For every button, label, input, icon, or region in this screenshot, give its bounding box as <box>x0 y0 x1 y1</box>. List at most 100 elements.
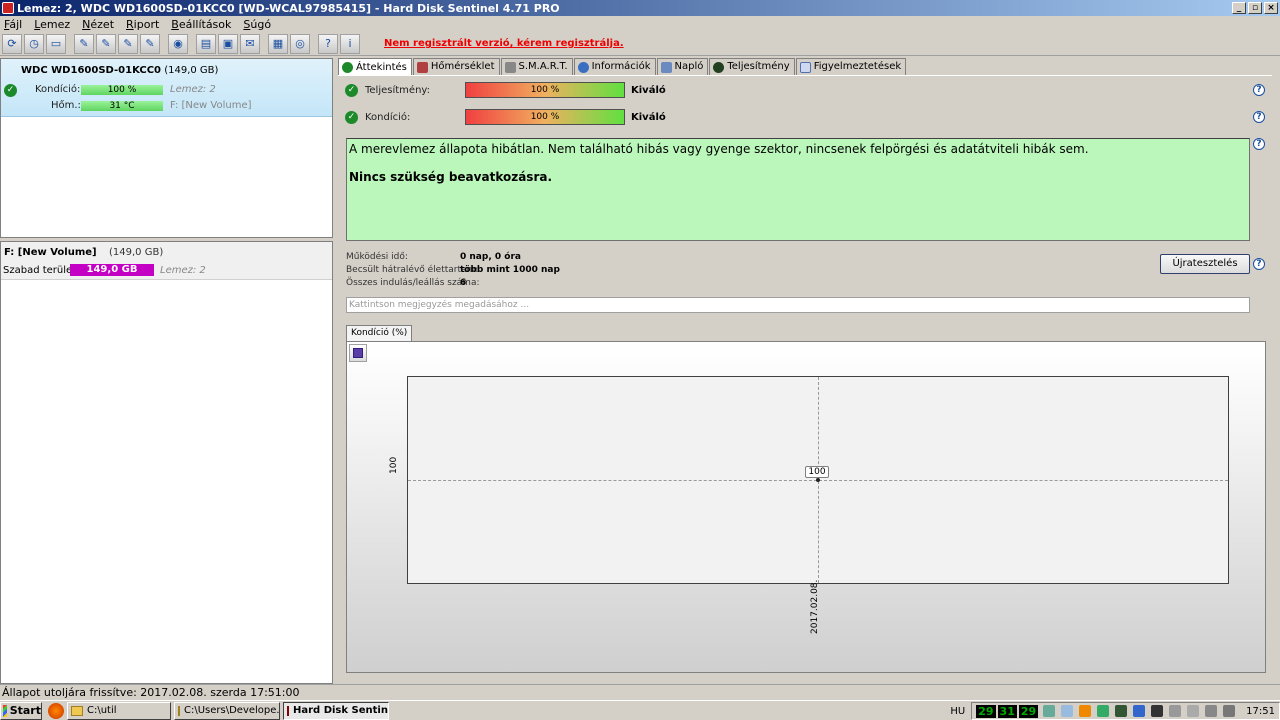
help-icon[interactable]: ? <box>1253 111 1265 123</box>
volume-icon[interactable] <box>1187 705 1200 717</box>
data-label: 100 <box>805 466 829 478</box>
tab-performance[interactable]: Teljesítmény <box>709 58 795 75</box>
help-icon[interactable]: ? <box>1253 84 1265 96</box>
tab-performance-label: Teljesítmény <box>727 61 790 72</box>
hds-icon <box>287 705 289 716</box>
test-icon[interactable]: ✎ <box>74 33 94 54</box>
monitor-tray-icon[interactable] <box>1151 705 1164 717</box>
tab-smart[interactable]: S.M.A.R.T. <box>500 58 573 75</box>
start-label: Start <box>9 704 41 717</box>
gpu-icon[interactable] <box>1115 705 1128 717</box>
tab-information[interactable]: Információk <box>573 58 656 75</box>
volume-title: F: [New Volume] <box>4 247 97 258</box>
disk-test-icon[interactable]: ✎ <box>118 33 138 54</box>
temp-indicator[interactable]: 29 <box>976 704 996 718</box>
uptime-label: Működési idő: <box>346 252 408 262</box>
condition-bar: 100 % <box>81 85 163 95</box>
task-users-folder[interactable]: C:\Users\Develope... <box>174 701 280 720</box>
tab-overview[interactable]: Áttekintés <box>338 58 412 76</box>
menu-disk[interactable]: Lemez <box>34 18 70 31</box>
tab-overview-label: Áttekintés <box>356 61 407 73</box>
globe-icon[interactable]: ◉ <box>168 33 188 54</box>
copy-icon[interactable]: ▣ <box>218 33 238 54</box>
usb-icon[interactable] <box>1169 705 1182 717</box>
log-icon <box>660 61 672 73</box>
x-tick-label: 2017.02.08. <box>810 579 820 634</box>
menu-file[interactable]: Fájl <box>4 18 22 31</box>
help-icon[interactable]: ? <box>1253 138 1265 150</box>
tray-icons: 29 31 29 17:51 <box>971 702 1280 720</box>
condition-label: Kondíció: <box>35 84 81 95</box>
app-icon <box>2 2 14 14</box>
surface-test-icon[interactable]: ✎ <box>96 33 116 54</box>
gauge-icon <box>713 61 725 73</box>
tool-icon[interactable]: ✎ <box>140 33 160 54</box>
task-hds[interactable]: Hard Disk Sentinel <box>283 701 389 720</box>
help-icon[interactable]: ? <box>1253 258 1265 270</box>
condition-ok-icon: ✓ <box>345 111 358 124</box>
language-indicator[interactable]: HU <box>950 706 965 717</box>
menu-settings[interactable]: Beállítások <box>171 18 231 31</box>
firefox-icon[interactable] <box>48 702 64 719</box>
lifetime-value: több mint 1000 nap <box>460 265 560 275</box>
save-icon[interactable] <box>349 344 367 362</box>
tab-alerts-label: Figyelmeztetések <box>813 61 902 72</box>
condition-bar: 100 % <box>465 109 625 125</box>
title-bar: Lemez: 2, WDC WD1600SD-01KCC0 [WD-WCAL97… <box>0 0 1280 16</box>
volume-entry[interactable]: F: [New Volume] (149,0 GB) Szabad terüle… <box>1 242 332 280</box>
power-icon[interactable] <box>1205 705 1218 717</box>
tab-temperature-label: Hőmérséklet <box>430 61 495 72</box>
volume-ref: F: [New Volume] <box>170 100 252 111</box>
y-tick-label: 100 <box>389 456 399 474</box>
refresh-icon[interactable]: ⟳ <box>2 33 22 54</box>
menu-help[interactable]: Súgó <box>243 18 271 31</box>
task-util-folder[interactable]: C:\util <box>67 701 171 720</box>
registration-notice[interactable]: Nem regisztrált verzió, kérem regisztrál… <box>384 38 624 49</box>
maximize-button[interactable]: ▫ <box>1248 2 1262 14</box>
alert-icon[interactable]: ▦ <box>268 33 288 54</box>
send-icon[interactable]: ✉ <box>240 33 260 54</box>
menu-bar: Fájl Lemez Nézet Riport Beállítások Súgó <box>0 16 1280 32</box>
help-icon[interactable]: ? <box>318 33 338 54</box>
retest-button[interactable]: Újratesztelés <box>1160 254 1250 274</box>
antivirus-icon[interactable] <box>1097 705 1110 717</box>
info-icon[interactable]: i <box>340 33 360 54</box>
temp-indicator[interactable]: 29 <box>1018 704 1039 718</box>
network-icon[interactable] <box>1043 705 1056 717</box>
close-button[interactable]: × <box>1264 2 1278 14</box>
tab-log-label: Napló <box>674 61 704 72</box>
uptime-value: 0 nap, 0 óra <box>460 252 521 262</box>
minimize-button[interactable]: _ <box>1232 2 1246 14</box>
app-tray-icon[interactable] <box>1079 705 1092 717</box>
plot-area: 100 <box>407 376 1229 584</box>
tab-condition-chart[interactable]: Kondíció (%) <box>346 325 413 341</box>
report-icon[interactable]: ▤ <box>196 33 216 54</box>
bluetooth-icon[interactable] <box>1133 705 1146 717</box>
monitor-icon[interactable]: ▭ <box>46 33 66 54</box>
status-description-box: A merevlemez állapota hibátlan. Nem talá… <box>346 138 1250 241</box>
tab-alerts[interactable]: Figyelmeztetések <box>795 58 907 75</box>
tab-smart-label: S.M.A.R.T. <box>518 61 568 72</box>
task-label: C:\util <box>87 705 117 716</box>
flag-icon[interactable] <box>1223 705 1236 717</box>
tab-temperature[interactable]: Hőmérséklet <box>412 58 500 75</box>
lifetime-label: Becsült hátralévő élettartam: <box>346 265 479 275</box>
disk-name: WDC WD1600SD-01KCC0 <box>21 65 162 76</box>
menu-view[interactable]: Nézet <box>82 18 114 31</box>
tab-log[interactable]: Napló <box>656 58 709 75</box>
free-space-bar: 149,0 GB <box>70 264 154 276</box>
menu-report[interactable]: Riport <box>126 18 159 31</box>
disk-entry[interactable]: WDC WD1600SD-01KCC0 (149,0 GB) ✓ Kondíci… <box>1 59 332 117</box>
device-icon[interactable] <box>1061 705 1074 717</box>
temp-indicator[interactable]: 31 <box>997 704 1017 718</box>
disk-size: (149,0 GB) <box>164 65 219 76</box>
start-button[interactable]: Start <box>0 701 42 720</box>
data-point <box>816 478 820 482</box>
disk-icon[interactable]: ◎ <box>290 33 310 54</box>
note-input[interactable]: Kattintson megjegyzés megadásához ... <box>346 297 1250 313</box>
condition-label: Kondíció: <box>365 112 411 123</box>
clock[interactable]: 17:51 <box>1246 706 1275 717</box>
disk-number: Lemez: 2 <box>170 84 216 95</box>
clock-icon[interactable]: ◷ <box>24 33 44 54</box>
temperature-label: Hőm.: <box>51 100 81 111</box>
